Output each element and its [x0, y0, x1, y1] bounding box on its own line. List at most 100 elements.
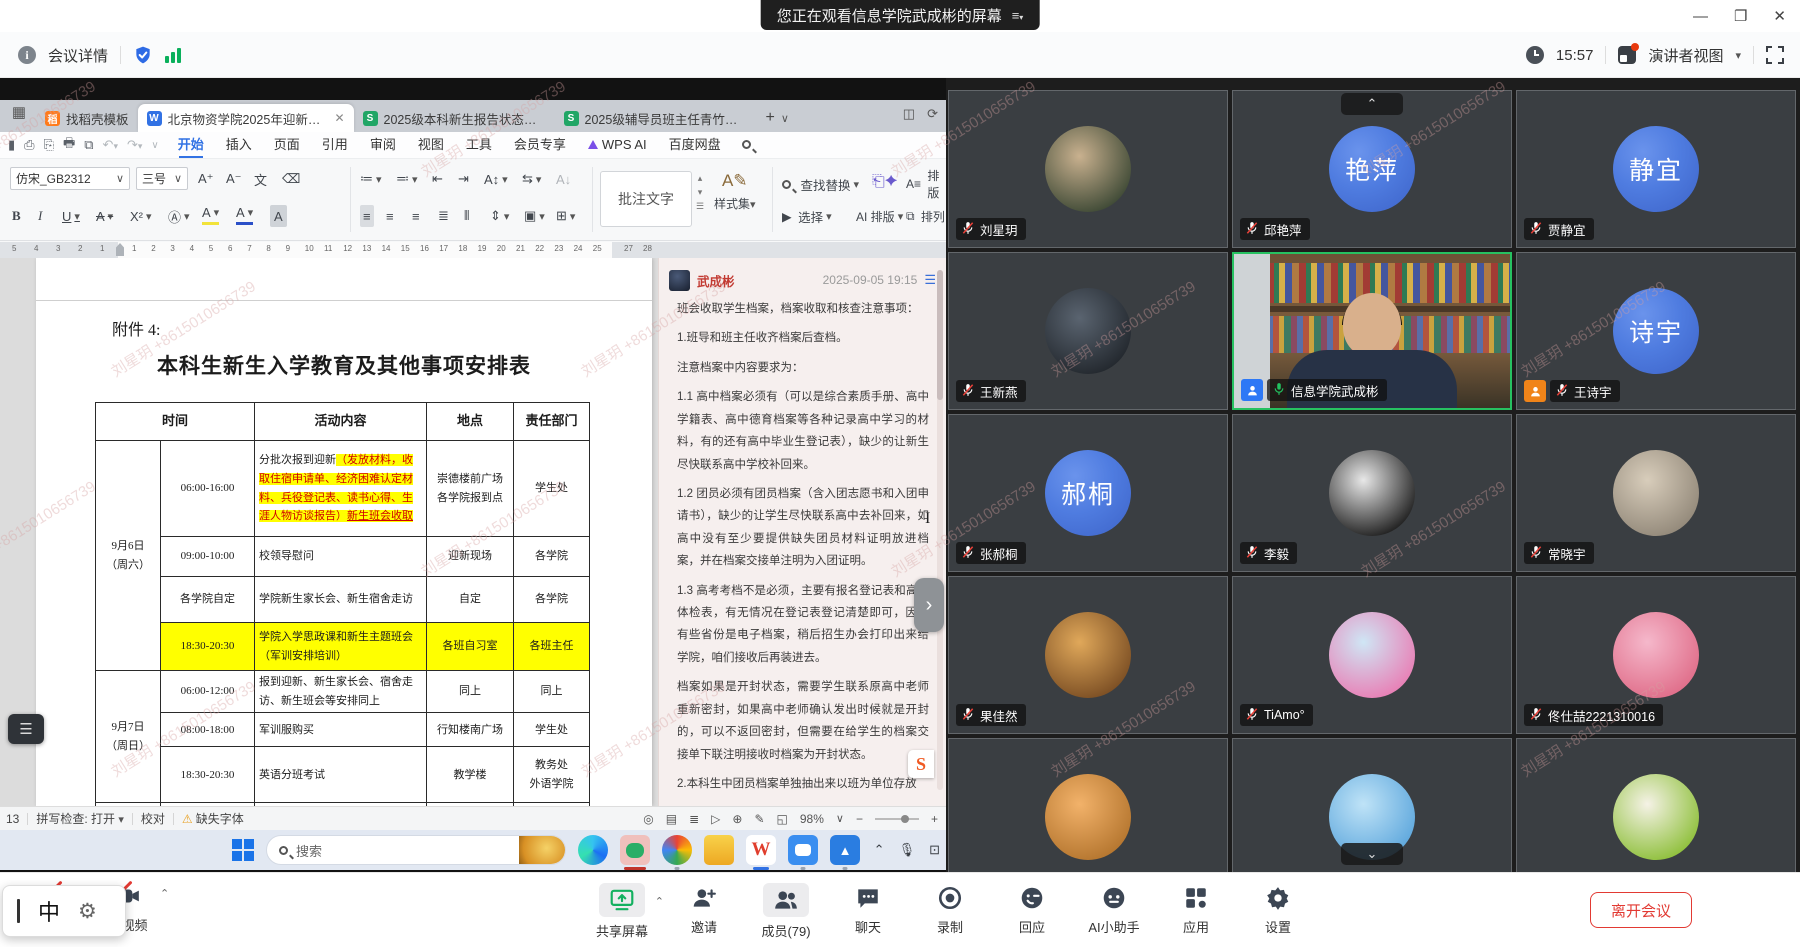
- meeting-details-button[interactable]: 会议详情: [48, 45, 108, 66]
- tab-list-chevron-icon[interactable]: ∨: [781, 112, 789, 125]
- zoom-level[interactable]: 98%: [800, 812, 824, 826]
- participant-tile-hidden-12[interactable]: [948, 738, 1228, 872]
- toolbar-reaction-button[interactable]: 回应: [1004, 883, 1060, 940]
- menu-1[interactable]: 开始: [167, 132, 215, 158]
- ime-language-indicator[interactable]: 中: [38, 895, 60, 927]
- toolbar-apps-button[interactable]: 应用: [1168, 883, 1224, 940]
- play-view-icon[interactable]: ▷: [711, 812, 720, 826]
- participant-tile-常晓宇[interactable]: 常晓宇: [1516, 414, 1796, 572]
- scroll-down-button[interactable]: ⌄: [1341, 843, 1403, 865]
- document-tab-3[interactable]: S2025级本科新生报告状态备注.xlsx: [354, 104, 555, 132]
- participant-tile-刘星玥[interactable]: 刘星玥: [948, 90, 1228, 248]
- wps-home-icon[interactable]: ▦: [6, 103, 32, 129]
- participant-tile-TiAmo°[interactable]: TiAmo°: [1232, 576, 1512, 734]
- comment-scrollbar[interactable]: [937, 270, 943, 790]
- participant-tile-果佳然[interactable]: 果佳然: [948, 576, 1228, 734]
- document-tab-1[interactable]: 稻找稻壳模板: [36, 104, 138, 132]
- tray-focus-icon[interactable]: ⊡: [929, 842, 940, 858]
- maximize-button[interactable]: ❐: [1734, 7, 1747, 25]
- text-direction-icon[interactable]: ⇆▾: [522, 168, 541, 190]
- split-window-icon[interactable]: ◫: [903, 106, 915, 122]
- menu-10[interactable]: 百度网盘: [658, 132, 732, 158]
- highlight-color-icon[interactable]: A▾: [202, 203, 219, 225]
- network-signal-icon[interactable]: [165, 47, 181, 63]
- menu-6[interactable]: 视图: [407, 132, 455, 158]
- style-set-button[interactable]: A✎ 样式集▾: [714, 171, 756, 212]
- tray-mic-icon[interactable]: 🎙: [899, 842, 916, 858]
- meeting-app-icon[interactable]: [788, 835, 818, 865]
- tray-expand-icon[interactable]: ⌃: [874, 842, 885, 858]
- sort-icon[interactable]: A↓: [556, 168, 571, 190]
- fullscreen-icon[interactable]: [1766, 46, 1784, 64]
- eye-protect-icon[interactable]: ◎: [643, 812, 653, 826]
- file-icon[interactable]: ▮: [8, 137, 15, 153]
- menu-8[interactable]: 会员专享: [503, 132, 577, 158]
- browser-icon[interactable]: [662, 835, 692, 865]
- superscript-icon[interactable]: X²▾: [130, 205, 152, 227]
- leave-meeting-button[interactable]: 离开会议: [1590, 892, 1692, 928]
- ime-settings-gear-icon[interactable]: ⚙: [78, 899, 97, 924]
- toolbar-settings-button[interactable]: 设置: [1250, 883, 1306, 940]
- participant-tile-张郝桐[interactable]: 郝桐张郝桐: [948, 414, 1228, 572]
- ai-layout-icon[interactable]: ⎗✦: [872, 171, 898, 193]
- redo-icon[interactable]: ↷▾: [127, 137, 142, 153]
- bold-icon[interactable]: B: [12, 205, 21, 227]
- align-right-icon[interactable]: ≡: [412, 205, 420, 227]
- share-options-chevron-icon[interactable]: ⌃: [655, 895, 664, 908]
- zoom-in-icon[interactable]: +: [931, 812, 938, 826]
- start-button[interactable]: [232, 839, 254, 861]
- clear-format-icon[interactable]: ⌫: [282, 168, 300, 190]
- document-tab-4[interactable]: S2025级辅导员班主任青竹领航员信息: [555, 104, 756, 132]
- font-name-select[interactable]: 仿宋_GB2312∨: [10, 167, 130, 190]
- tab-close-icon[interactable]: ✕: [334, 111, 344, 125]
- char-scale-icon[interactable]: A↕▾: [484, 168, 508, 190]
- line-spacing-icon[interactable]: ⇕▾: [490, 205, 509, 227]
- comment-menu-icon[interactable]: ☰: [924, 272, 936, 288]
- participant-tile-hidden-14[interactable]: [1516, 738, 1796, 872]
- increase-indent-icon[interactable]: ⇥: [458, 168, 469, 190]
- wechat-icon[interactable]: [620, 835, 650, 865]
- decrease-indent-icon[interactable]: ⇤: [432, 168, 443, 190]
- shading-icon[interactable]: ▣▾: [524, 205, 545, 227]
- minimize-button[interactable]: —: [1693, 8, 1708, 25]
- font-color-icon[interactable]: A▾: [236, 203, 253, 225]
- bullets-icon[interactable]: ≔▾: [360, 168, 382, 190]
- document-tab-2[interactable]: W北京物资学院2025年迎新工作方…✕: [138, 104, 354, 132]
- menu-9[interactable]: WPS AI: [577, 132, 658, 158]
- watching-banner[interactable]: 您正在观看信息学院武成彬的屏幕 ≡▾: [761, 0, 1040, 30]
- spell-check-toggle[interactable]: 拼写检查: 打开 ▾: [36, 810, 124, 827]
- ai-layout-button[interactable]: AI 排版▾: [856, 205, 903, 227]
- font-size-select[interactable]: 三号∨: [136, 167, 188, 190]
- zoom-slider[interactable]: [875, 818, 919, 820]
- menu-5[interactable]: 审阅: [359, 132, 407, 158]
- save-icon[interactable]: ⎙: [24, 137, 34, 153]
- participant-tile-信息学院武成彬[interactable]: 信息学院武成彬: [1232, 252, 1512, 410]
- close-button[interactable]: ✕: [1773, 7, 1786, 25]
- char-effect-icon[interactable]: Ⓐ▾: [168, 205, 190, 227]
- zoom-chevron-icon[interactable]: ∨: [836, 812, 844, 825]
- select-button[interactable]: ▶ 选择▾: [782, 205, 832, 227]
- increase-font-icon[interactable]: A⁺: [198, 168, 214, 190]
- menu-2[interactable]: 插入: [215, 132, 263, 158]
- search-highlight-image[interactable]: [519, 836, 565, 865]
- chevron-down-icon[interactable]: ▾: [1735, 49, 1741, 62]
- ruler[interactable]: 5432112345678910111213141516171819202122…: [0, 242, 946, 258]
- menu-3[interactable]: 页面: [263, 132, 311, 158]
- ribbon-search-icon[interactable]: [742, 136, 751, 154]
- web-view-icon[interactable]: ⊕: [732, 812, 742, 826]
- participant-tile-王诗宇[interactable]: 诗宇王诗宇: [1516, 252, 1796, 410]
- borders-icon[interactable]: ⊞▾: [556, 205, 575, 227]
- camera-options-chevron-icon[interactable]: ⌃: [160, 887, 169, 900]
- distribute-icon[interactable]: ⫴: [464, 205, 469, 227]
- wps-icon[interactable]: W: [746, 835, 776, 865]
- align-left-icon[interactable]: ≡: [360, 205, 374, 227]
- scroll-up-button[interactable]: ⌃: [1341, 93, 1403, 115]
- italic-icon[interactable]: I: [38, 205, 42, 227]
- style-gallery[interactable]: 批注文字: [600, 171, 692, 227]
- participant-tile-佟仕喆2221310016[interactable]: 佟仕喆2221310016: [1516, 576, 1796, 734]
- strikethrough-icon[interactable]: A▾: [96, 205, 113, 227]
- toolbar-chat-button[interactable]: 聊天: [840, 883, 896, 940]
- underline-icon[interactable]: U▾: [62, 205, 80, 227]
- layout-button[interactable]: A≡ 排版: [906, 173, 946, 195]
- undo-icon[interactable]: ↶▾: [103, 137, 118, 153]
